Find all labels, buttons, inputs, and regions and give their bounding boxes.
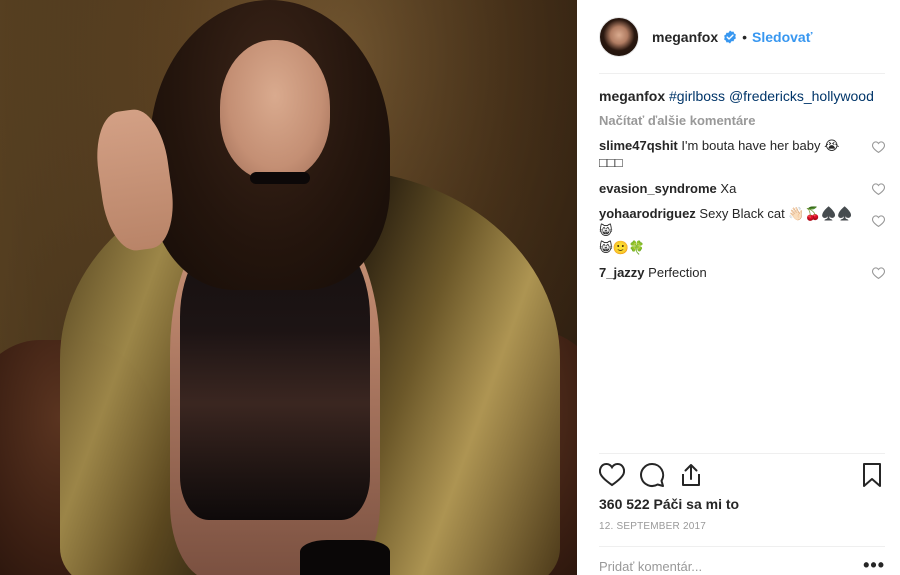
post-date: 12. SEPTEMBER 2017 bbox=[599, 521, 706, 532]
verified-badge-icon bbox=[724, 30, 737, 43]
comment-text: Xa bbox=[720, 181, 737, 196]
comments-section: meganfox #girlboss @fredericks_hollywood… bbox=[599, 86, 885, 281]
heart-outline-icon[interactable] bbox=[599, 462, 625, 488]
comment-text: I'm bouta have her baby 😭 bbox=[681, 138, 840, 153]
follow-button[interactable]: Sledovať bbox=[752, 29, 812, 45]
comment-text-continued: □□□ bbox=[599, 155, 623, 170]
comment-username[interactable]: slime47qshit bbox=[599, 138, 678, 153]
comment-text: Perfection bbox=[648, 265, 707, 280]
comment-item: slime47qshit I'm bouta have her baby 😭 □… bbox=[599, 137, 885, 171]
avatar[interactable] bbox=[599, 16, 639, 57]
comment-bubble-icon[interactable] bbox=[639, 462, 665, 488]
comment-like-heart-icon[interactable] bbox=[872, 183, 885, 195]
comment-username[interactable]: evasion_syndrome bbox=[599, 181, 717, 196]
bookmark-icon[interactable] bbox=[859, 462, 885, 488]
post-header: meganfox • Sledovať bbox=[599, 0, 885, 74]
comment-like-heart-icon[interactable] bbox=[872, 141, 885, 153]
share-upload-icon[interactable] bbox=[678, 462, 704, 488]
photo-choker bbox=[250, 172, 310, 184]
caption-username[interactable]: meganfox bbox=[599, 88, 665, 104]
add-comment-bar: ••• bbox=[599, 546, 885, 575]
comment-item: 7_jazzy Perfection bbox=[599, 264, 885, 281]
likes-count[interactable]: 360 522 Páči sa mi to bbox=[599, 496, 739, 512]
load-more-comments-button[interactable]: Načítať ďalšie komentáre bbox=[599, 113, 885, 128]
comment-item: evasion_syndrome Xa bbox=[599, 180, 885, 197]
post-photo[interactable] bbox=[0, 0, 577, 575]
comment-like-heart-icon[interactable] bbox=[872, 267, 885, 279]
photo-face bbox=[220, 40, 330, 180]
comment-item: yohaarodriguez Sexy Black cat 👋🏻🍒♠️♠️😸 😸… bbox=[599, 205, 885, 256]
header-username[interactable]: meganfox bbox=[652, 29, 718, 45]
separator-dot: • bbox=[742, 28, 748, 45]
post-caption: meganfox #girlboss @fredericks_hollywood bbox=[599, 86, 885, 106]
comment-username[interactable]: yohaarodriguez bbox=[599, 206, 696, 221]
add-comment-input[interactable] bbox=[599, 559, 839, 574]
caption-mention[interactable]: @fredericks_hollywood bbox=[729, 88, 874, 104]
post-side-panel: meganfox • Sledovať meganfox #girlboss @… bbox=[577, 0, 900, 575]
caption-hashtag[interactable]: #girlboss bbox=[669, 88, 725, 104]
comment-text-continued: 😸🙂🍀 bbox=[599, 240, 645, 255]
comment-username[interactable]: 7_jazzy bbox=[599, 265, 645, 280]
comment-like-heart-icon[interactable] bbox=[872, 215, 885, 227]
photo-stocking bbox=[300, 540, 390, 575]
post-actions-bar bbox=[599, 453, 885, 493]
more-options-button[interactable]: ••• bbox=[863, 556, 885, 574]
